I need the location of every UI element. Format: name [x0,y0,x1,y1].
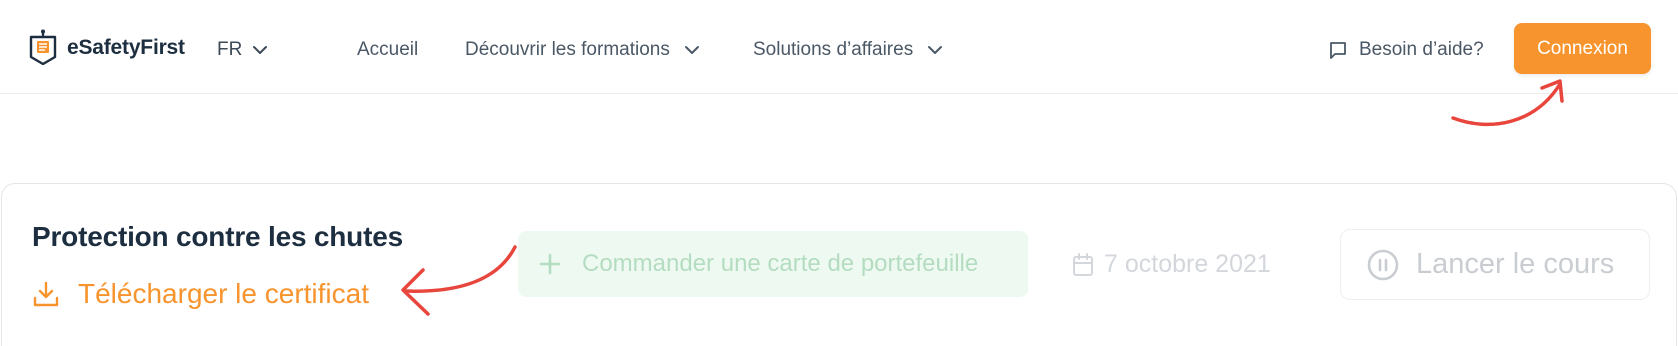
nav-solutions-label: Solutions d’affaires [753,39,914,60]
order-wallet-card-button[interactable]: Commander une carte de portefeuille [518,231,1028,297]
course-date-text: 7 octobre 2021 [1104,250,1271,278]
help-link[interactable]: Besoin d’aide? [1328,39,1484,61]
nav-formations-label: Découvrir les formations [465,39,670,60]
download-icon [33,281,59,307]
download-certificate-label: Télécharger le certificat [78,278,370,309]
nav-accueil[interactable]: Accueil [357,39,418,61]
pause-circle-icon [1367,249,1399,280]
login-button[interactable]: Connexion [1514,23,1651,74]
launch-course-label: Lancer le cours [1416,248,1615,280]
nav-accueil-label: Accueil [357,39,419,60]
chevron-down-icon [928,46,943,54]
chevron-down-icon [684,46,699,54]
language-label: FR [217,39,243,60]
launch-course-button[interactable]: Lancer le cours [1340,229,1650,300]
course-title: Protection contre les chutes [32,221,403,252]
brand-name: eSafetyFirst [67,36,185,59]
order-wallet-card-label: Commander une carte de portefeuille [582,250,979,277]
shield-logo-icon [29,29,57,66]
language-selector[interactable]: FR [217,39,268,61]
calendar-icon [1073,252,1093,276]
brand-logo[interactable]: eSafetyFirst [28,29,185,67]
nav-solutions[interactable]: Solutions d’affaires [753,39,943,61]
site-header: eSafetyFirst FR Accueil Découvrir les fo… [0,0,1678,94]
course-date: 7 octobre 2021 [1072,250,1271,279]
plus-icon [539,253,561,275]
nav-formations[interactable]: Découvrir les formations [465,39,700,61]
help-label: Besoin d’aide? [1359,39,1484,60]
download-certificate-link[interactable]: Télécharger le certificat [32,278,369,310]
chat-bubble-icon [1330,42,1346,59]
chevron-down-icon [253,46,268,54]
